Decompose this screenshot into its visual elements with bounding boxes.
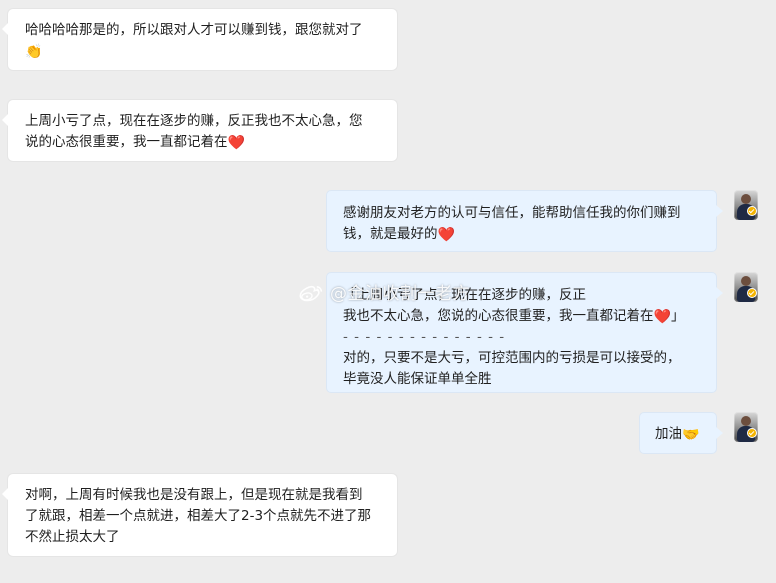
incoming-message-3[interactable]: 对啊，上周有时候我也是没有跟上，但是现在就是我看到 了就跟，相差一个点就进，相差… bbox=[2, 474, 397, 556]
reply-text-line-1: 对的，只要不是大亏，可控范围内的亏损是可以接受的， bbox=[343, 350, 681, 366]
message-text: 哈哈哈哈那是的，所以跟对人才可以赚到钱，跟您就对了 bbox=[25, 22, 363, 38]
heart-emoji-icon: ❤️ bbox=[227, 135, 245, 151]
sender-avatar[interactable] bbox=[734, 412, 758, 442]
sender-avatar[interactable] bbox=[734, 272, 758, 302]
verified-badge-icon bbox=[747, 288, 757, 298]
verified-badge-icon bbox=[747, 206, 757, 216]
quoted-text-line-2-body: 我也不太心急，您说的心态很重要，我一直都记着在 bbox=[343, 308, 654, 324]
clap-emoji-icon: 👏 bbox=[25, 44, 43, 60]
quoted-text-line-1: 「上周小亏了点，现在在逐步的赚，反正 bbox=[343, 287, 586, 303]
message-text-line-2: 钱，就是最好的 bbox=[343, 226, 438, 242]
sender-avatar[interactable] bbox=[734, 190, 758, 220]
outgoing-message-1[interactable]: 感谢朋友对老方的认可与信任，能帮助信任我的你们赚到 钱，就是最好的❤️ bbox=[326, 190, 723, 252]
heart-emoji-icon: ❤️ bbox=[437, 227, 455, 243]
message-text-line-3: 不然止损太大了 bbox=[25, 529, 120, 545]
quoted-text-line-2: 我也不太心急，您说的心态很重要，我一直都记着在❤️」 bbox=[343, 306, 702, 327]
weibo-icon bbox=[298, 285, 324, 303]
message-text-line-1: 对啊，上周有时候我也是没有跟上，但是现在就是我看到 bbox=[25, 487, 363, 503]
incoming-message-1[interactable]: 哈哈哈哈那是的，所以跟对人才可以赚到钱，跟您就对了 👏 bbox=[2, 9, 397, 70]
reply-text-line-2: 毕竟没人能保证单单全胜 bbox=[343, 371, 492, 387]
outgoing-message-short[interactable]: 加油🤝 bbox=[639, 412, 723, 454]
outgoing-quoted-message[interactable]: 「上周小亏了点，现在在逐步的赚，反正 我也不太心急，您说的心态很重要，我一直都记… bbox=[326, 272, 723, 393]
quote-separator: - - - - - - - - - - - - - - - bbox=[343, 329, 506, 345]
heart-emoji-icon: ❤️ bbox=[653, 309, 671, 325]
handshake-emoji-icon: 🤝 bbox=[682, 427, 700, 443]
message-text: 加油 bbox=[655, 426, 682, 442]
message-text-line-2: 说的心态很重要，我一直都记着在 bbox=[25, 134, 228, 150]
message-text-line-1: 上周小亏了点，现在在逐步的赚，反正我也不太心急，您 bbox=[25, 113, 363, 129]
message-text-line-2: 了就跟，相差一个点就进，相差大了2-3个点就先不进了那 bbox=[25, 508, 372, 524]
quote-end-mark: 」 bbox=[670, 308, 685, 324]
message-text-line-1: 感谢朋友对老方的认可与信任，能帮助信任我的你们赚到 bbox=[343, 205, 681, 221]
verified-badge-icon bbox=[747, 428, 757, 438]
incoming-message-2[interactable]: 上周小亏了点，现在在逐步的赚，反正我也不太心急，您 说的心态很重要，我一直都记着… bbox=[2, 100, 397, 161]
